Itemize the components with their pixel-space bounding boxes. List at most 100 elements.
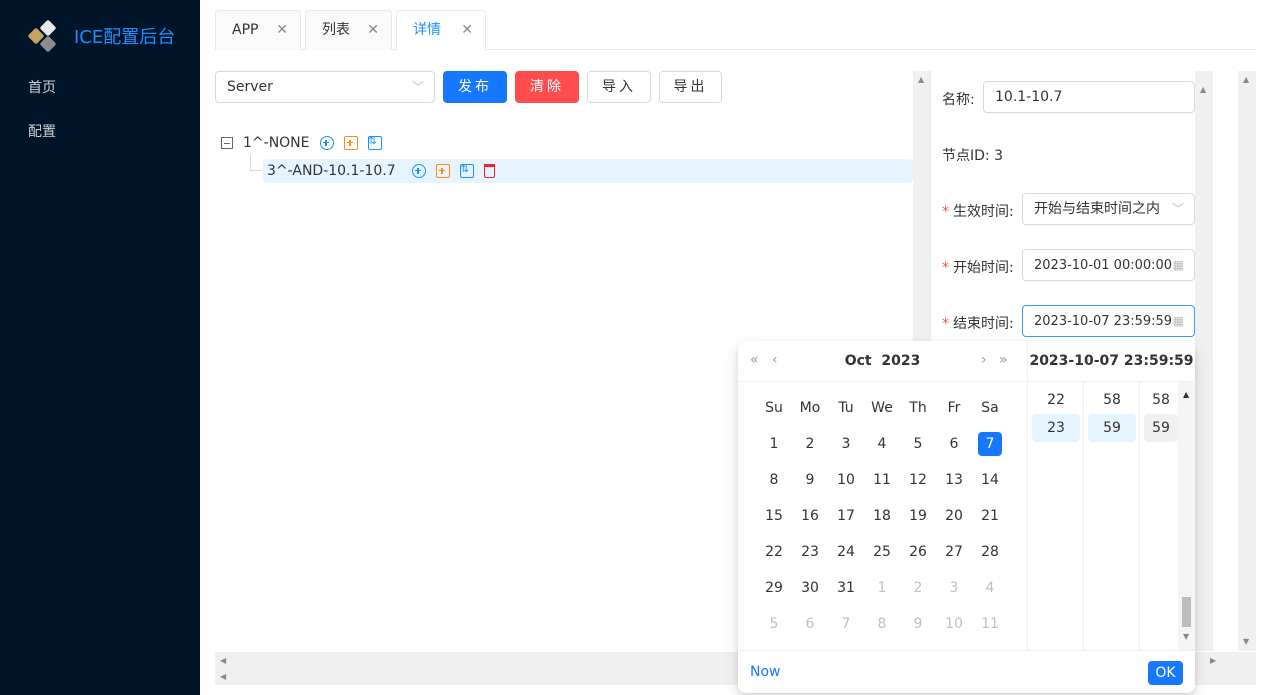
calendar-year[interactable]: 2023 <box>881 353 920 369</box>
scroll-thumb[interactable] <box>1182 597 1191 627</box>
tree-node-label[interactable]: 1^-NONE <box>243 131 310 155</box>
calendar-day[interactable]: 3 <box>834 432 858 456</box>
sidebar-item-home[interactable]: 首页 <box>0 66 200 110</box>
calendar-day[interactable]: 11 <box>870 468 894 492</box>
calendar-day-outside[interactable]: 6 <box>798 612 822 636</box>
tab-list[interactable]: 列表 ✕ <box>305 10 392 50</box>
end-time-input[interactable]: 2023-10-07 23:59:59 ▦ <box>1022 305 1195 337</box>
calendar-day[interactable]: 19 <box>906 504 930 528</box>
second-cell[interactable]: 58 <box>1144 386 1178 414</box>
exchange-icon[interactable] <box>367 132 382 152</box>
next-month-icon[interactable]: › <box>981 352 987 368</box>
calendar-day[interactable]: 24 <box>834 540 858 564</box>
calendar-day[interactable]: 22 <box>762 540 786 564</box>
scroll-up-icon[interactable]: ▲ <box>1183 390 1189 399</box>
publish-button[interactable]: 发布 <box>443 71 507 103</box>
effect-time-select[interactable]: 开始与结束时间之内 ﹀ <box>1022 193 1195 225</box>
calendar-day-outside[interactable]: 2 <box>906 576 930 600</box>
close-icon[interactable]: ✕ <box>461 11 473 49</box>
calendar-day[interactable]: 13 <box>942 468 966 492</box>
calendar-day[interactable]: 14 <box>978 468 1002 492</box>
calendar-day-selected[interactable]: 7 <box>978 432 1002 456</box>
calendar-day[interactable]: 10 <box>834 468 858 492</box>
server-select[interactable]: Server ﹀ <box>215 71 435 103</box>
sidebar-item-config[interactable]: 配置 <box>0 110 200 154</box>
calendar-day-outside[interactable]: 11 <box>978 612 1002 636</box>
calendar-day[interactable]: 26 <box>906 540 930 564</box>
scroll-left-icon[interactable]: ◀ <box>220 672 226 681</box>
scroll-left-icon[interactable]: ◀ <box>220 656 226 665</box>
scroll-down-icon[interactable]: ▼ <box>1183 632 1189 641</box>
exchange-icon[interactable] <box>459 160 474 180</box>
scroll-down-icon[interactable]: ▼ <box>1243 637 1249 646</box>
calendar-day[interactable]: 5 <box>906 432 930 456</box>
scroll-up-icon[interactable]: ▲ <box>918 75 924 84</box>
delete-icon[interactable] <box>483 164 495 178</box>
minute-cell[interactable]: 58 <box>1088 386 1136 414</box>
calendar-month[interactable]: Oct <box>845 353 872 369</box>
calendar-day[interactable]: 12 <box>906 468 930 492</box>
calendar-day-outside[interactable]: 3 <box>942 576 966 600</box>
start-time-input[interactable]: 2023-10-01 00:00:00 ▦ <box>1022 249 1195 281</box>
calendar-day-outside[interactable]: 1 <box>870 576 894 600</box>
time-scrollbar[interactable]: ▲ ▼ <box>1178 382 1195 650</box>
calendar-day-outside[interactable]: 9 <box>906 612 930 636</box>
close-icon[interactable]: ✕ <box>276 11 288 49</box>
calendar-day-outside[interactable]: 8 <box>870 612 894 636</box>
calendar-day[interactable]: 28 <box>978 540 1002 564</box>
hour-column[interactable]: 22 23 <box>1027 382 1083 650</box>
end-time-label: * 结束时间: <box>942 313 1014 333</box>
add-child-icon[interactable] <box>411 164 426 178</box>
page-vertical-scrollbar[interactable]: ▲ ▼ <box>1238 71 1256 651</box>
calendar-day-outside[interactable]: 5 <box>762 612 786 636</box>
now-button[interactable]: Now <box>750 664 781 680</box>
detail-vertical-scrollbar[interactable]: ▲ <box>1195 71 1213 651</box>
calendar-day[interactable]: 29 <box>762 576 786 600</box>
calendar-day-outside[interactable]: 4 <box>978 576 1002 600</box>
second-column[interactable]: 58 59 <box>1139 382 1178 650</box>
calendar-day-outside[interactable]: 10 <box>942 612 966 636</box>
collapse-icon[interactable] <box>221 137 233 149</box>
calendar-day[interactable]: 2 <box>798 432 822 456</box>
add-sibling-icon[interactable] <box>343 136 358 150</box>
add-sibling-icon[interactable] <box>435 164 450 178</box>
next-year-icon[interactable]: » <box>999 352 1008 368</box>
calendar-day[interactable]: 20 <box>942 504 966 528</box>
calendar-day[interactable]: 23 <box>798 540 822 564</box>
minute-column[interactable]: 58 59 <box>1083 382 1139 650</box>
minute-cell-selected[interactable]: 59 <box>1088 414 1136 442</box>
hour-cell-selected[interactable]: 23 <box>1032 414 1080 442</box>
tree-node-label[interactable]: 3^-AND-10.1-10.7 <box>267 159 396 183</box>
calendar-day[interactable]: 1 <box>762 432 786 456</box>
calendar-day[interactable]: 21 <box>978 504 1002 528</box>
ok-button[interactable]: OK <box>1148 661 1183 685</box>
calendar-day[interactable]: 4 <box>870 432 894 456</box>
calendar-day[interactable]: 16 <box>798 504 822 528</box>
scroll-up-icon[interactable]: ▲ <box>1200 85 1206 94</box>
add-child-icon[interactable] <box>319 136 334 150</box>
clear-button[interactable]: 清除 <box>515 71 579 103</box>
calendar-day[interactable]: 30 <box>798 576 822 600</box>
calendar-day[interactable]: 27 <box>942 540 966 564</box>
calendar-day-outside[interactable]: 7 <box>834 612 858 636</box>
calendar-day[interactable]: 9 <box>798 468 822 492</box>
import-button[interactable]: 导入 <box>587 71 651 103</box>
tree-node-child[interactable]: 3^-AND-10.1-10.7 <box>263 159 913 183</box>
calendar-day[interactable]: 31 <box>834 576 858 600</box>
export-button[interactable]: 导出 <box>659 71 722 103</box>
calendar-day[interactable]: 6 <box>942 432 966 456</box>
close-icon[interactable]: ✕ <box>367 11 379 49</box>
second-cell-selected[interactable]: 59 <box>1144 414 1178 442</box>
scroll-up-icon[interactable]: ▲ <box>1243 75 1249 84</box>
tab-detail[interactable]: 详情 ✕ <box>396 10 486 51</box>
scroll-right-icon[interactable]: ▶ <box>1210 656 1216 665</box>
calendar-day[interactable]: 18 <box>870 504 894 528</box>
calendar-day[interactable]: 25 <box>870 540 894 564</box>
name-input[interactable]: 10.1-10.7 <box>983 81 1195 113</box>
tree-node-root[interactable]: 1^-NONE <box>221 131 382 155</box>
calendar-day[interactable]: 17 <box>834 504 858 528</box>
tab-app[interactable]: APP ✕ <box>215 10 301 50</box>
calendar-day[interactable]: 15 <box>762 504 786 528</box>
hour-cell[interactable]: 22 <box>1032 386 1080 414</box>
calendar-day[interactable]: 8 <box>762 468 786 492</box>
